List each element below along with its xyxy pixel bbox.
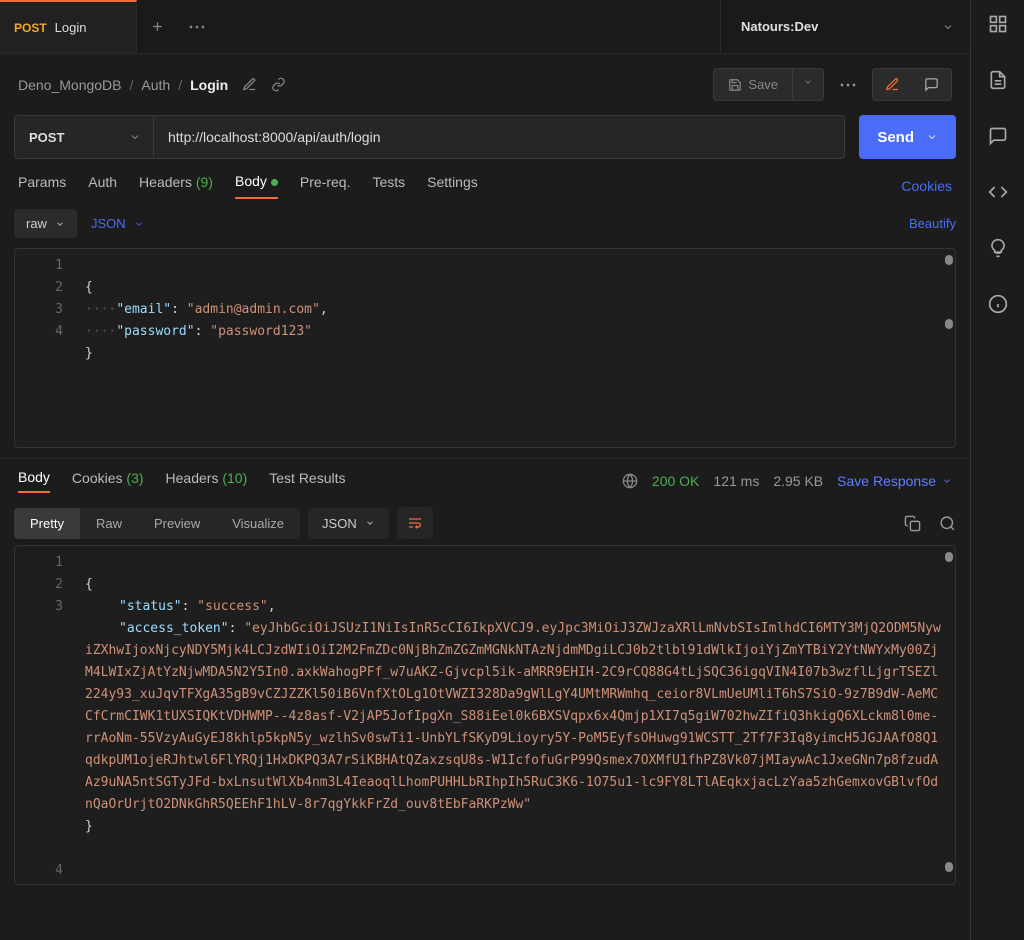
environment-name: Natours:Dev xyxy=(741,19,818,34)
breadcrumb-seg-0[interactable]: Deno_MongoDB xyxy=(18,77,122,93)
tab-title: Login xyxy=(55,20,87,35)
tab-tests[interactable]: Tests xyxy=(372,174,405,198)
search-icon[interactable] xyxy=(939,515,956,532)
view-raw[interactable]: Raw xyxy=(80,508,138,539)
scrollbar-thumb[interactable] xyxy=(945,319,953,329)
edit-mode-button[interactable] xyxy=(873,69,912,100)
chevron-down-icon xyxy=(926,131,938,143)
tab-auth[interactable]: Auth xyxy=(88,174,117,198)
response-format-select[interactable]: JSON xyxy=(308,508,389,539)
link-icon[interactable] xyxy=(271,77,286,92)
tab-prereq[interactable]: Pre-req. xyxy=(300,174,351,198)
code-icon[interactable] xyxy=(988,182,1008,202)
save-label: Save xyxy=(748,77,778,92)
resp-tab-test-results[interactable]: Test Results xyxy=(269,470,345,492)
tab-body[interactable]: Body xyxy=(235,173,278,199)
scrollbar-thumb[interactable] xyxy=(945,255,953,265)
beautify-button[interactable]: Beautify xyxy=(909,216,956,231)
status-time: 121 ms xyxy=(713,473,759,489)
send-label: Send xyxy=(877,129,914,146)
response-body-editor[interactable]: 1 2 3 4 { "status": "success", "access_t… xyxy=(14,545,956,885)
response-view-mode: Pretty Raw Preview Visualize xyxy=(14,508,300,539)
overview-icon[interactable] xyxy=(988,14,1008,34)
scrollbar-thumb[interactable] xyxy=(945,862,953,872)
save-response-button[interactable]: Save Response xyxy=(837,473,952,489)
request-body-editor[interactable]: 1 2 3 4 { ····"email": "admin@admin.com"… xyxy=(14,248,956,448)
more-actions-button[interactable] xyxy=(834,83,862,87)
view-visualize[interactable]: Visualize xyxy=(216,508,300,539)
response-subtabs: Body Cookies (3) Headers (10) Test Resul… xyxy=(0,458,970,501)
tab-headers[interactable]: Headers (9) xyxy=(139,174,213,198)
chevron-down-icon xyxy=(129,131,141,143)
lightbulb-icon[interactable] xyxy=(988,238,1008,258)
save-button[interactable]: Save xyxy=(713,68,793,101)
info-icon[interactable] xyxy=(988,294,1008,314)
method-value: POST xyxy=(29,130,64,145)
resp-tab-cookies[interactable]: Cookies (3) xyxy=(72,470,144,492)
url-input[interactable] xyxy=(154,115,845,159)
tab-bar: POST Login Natours:Dev xyxy=(0,0,970,54)
copy-icon[interactable] xyxy=(904,515,921,532)
right-sidebar xyxy=(970,0,1024,940)
line-gutter: 1 2 3 4 xyxy=(15,552,75,884)
tab-settings[interactable]: Settings xyxy=(427,174,478,198)
globe-icon[interactable] xyxy=(622,473,638,489)
body-type-select[interactable]: raw xyxy=(14,209,77,238)
save-dropdown[interactable] xyxy=(793,68,824,101)
breadcrumb-seg-1[interactable]: Auth xyxy=(141,77,170,93)
wrap-lines-button[interactable] xyxy=(397,507,433,539)
body-format-select[interactable]: JSON xyxy=(91,216,144,231)
line-gutter: 1 2 3 4 xyxy=(15,255,75,447)
environment-select[interactable]: Natours:Dev xyxy=(720,0,970,53)
scrollbar-thumb[interactable] xyxy=(945,552,953,562)
edit-icon[interactable] xyxy=(242,77,257,92)
comment-mode-button[interactable] xyxy=(912,69,951,100)
documentation-icon[interactable] xyxy=(988,70,1008,90)
cookies-link[interactable]: Cookies xyxy=(901,178,952,194)
tab-method-badge: POST xyxy=(14,21,47,35)
view-toggle xyxy=(872,68,952,101)
comments-icon[interactable] xyxy=(988,126,1008,146)
breadcrumb: Deno_MongoDB / Auth / Login xyxy=(18,77,228,93)
tab-login[interactable]: POST Login xyxy=(0,0,137,53)
view-pretty[interactable]: Pretty xyxy=(14,508,80,539)
tab-params[interactable]: Params xyxy=(18,174,66,198)
view-preview[interactable]: Preview xyxy=(138,508,216,539)
request-subtabs: Params Auth Headers (9) Body Pre-req. Te… xyxy=(0,173,970,209)
chevron-down-icon xyxy=(942,21,954,33)
breadcrumb-seg-2[interactable]: Login xyxy=(190,77,228,93)
status-code: 200 OK xyxy=(652,473,699,489)
tab-overflow-button[interactable] xyxy=(177,7,217,47)
resp-tab-headers[interactable]: Headers (10) xyxy=(166,470,248,492)
send-button[interactable]: Send xyxy=(859,115,956,159)
new-tab-button[interactable] xyxy=(137,7,177,47)
method-select[interactable]: POST xyxy=(14,115,154,159)
status-size: 2.95 KB xyxy=(773,473,823,489)
resp-tab-body[interactable]: Body xyxy=(18,469,50,493)
